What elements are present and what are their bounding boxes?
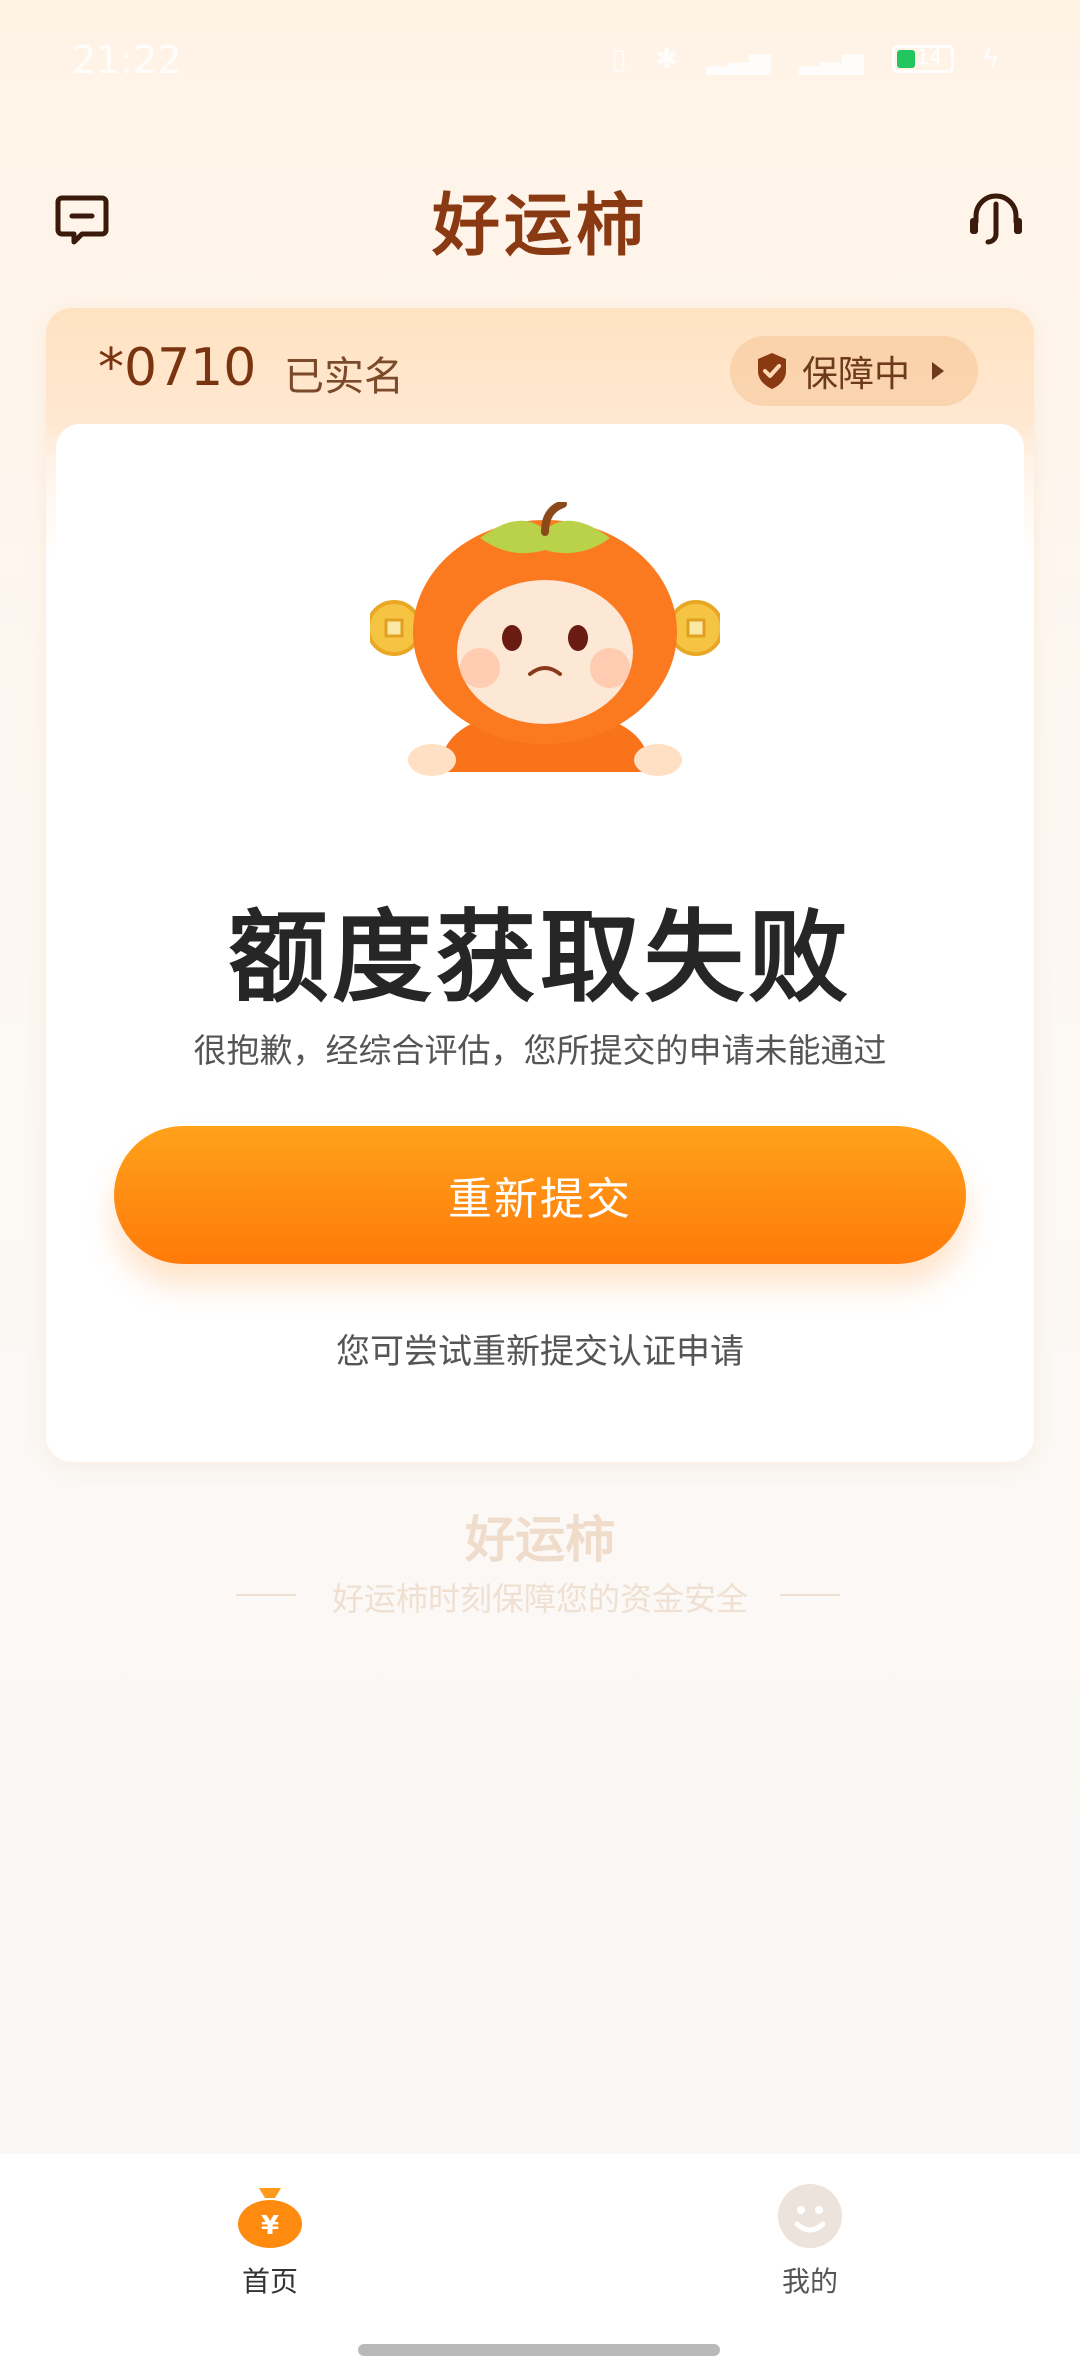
status-icons: ▯ ✱ ▂▃▅ ▂▃▅ 14 ϟ (611, 42, 1000, 75)
customer-service-button[interactable] (966, 188, 1026, 252)
status-bar: 21:22 ▯ ✱ ▂▃▅ ▂▃▅ 14 ϟ (0, 0, 1080, 120)
chevron-right-icon (932, 362, 944, 380)
footer-slogan: 好运柿时刻保障您的资金安全 (331, 1580, 748, 1618)
nav-item-home[interactable]: ¥ 首页 (190, 2180, 350, 2300)
result-panel: 额度获取失败 很抱歉，经综合评估，您所提交的申请未能通过 重新提交 您可尝试重新… (56, 424, 1024, 1450)
guard-status-button[interactable]: 保障中 (729, 336, 978, 406)
battery-icon: 14 (891, 44, 954, 73)
resubmit-button[interactable]: 重新提交 (114, 1126, 966, 1264)
bottom-nav: ¥ 首页 我的 (0, 2154, 1080, 2374)
charging-icon: ϟ (981, 42, 1000, 75)
headset-icon (970, 193, 1022, 245)
result-title: 额度获取失败 (228, 899, 852, 1016)
money-bag-icon: ¥ (238, 2188, 302, 2248)
verified-label: 已实名 (284, 354, 404, 400)
account-bar: *0710 已实名 保障中 (46, 308, 1034, 420)
shield-icon (757, 353, 786, 389)
smiley-icon (778, 2184, 842, 2248)
divider-right (780, 1594, 840, 1596)
resubmit-hint: 您可尝试重新提交认证申请 (336, 1332, 744, 1372)
signal-icon-2: ▂▃▅ (798, 42, 864, 75)
signal-icon: ▂▃▅ (706, 42, 771, 75)
result-subtitle: 很抱歉，经综合评估，您所提交的申请未能通过 (193, 1031, 887, 1070)
persimmon-mascot-image (370, 502, 720, 776)
battery-level: 14 (916, 44, 942, 69)
masked-phone-number: *0710 (98, 338, 257, 398)
svg-text:¥: ¥ (261, 2211, 279, 2241)
status-time: 21:22 (72, 38, 182, 82)
nav-label-mine: 我的 (781, 2265, 838, 2298)
header: 好运柿 (0, 170, 1080, 270)
nav-item-mine[interactable]: 我的 (730, 2180, 890, 2300)
result-card: *0710 已实名 保障中 额度获取失败 很抱歉，经综合评估，您所提交的申请未能… (46, 308, 1034, 1462)
nav-label-home: 首页 (241, 2265, 298, 2298)
guard-status-label: 保障中 (801, 354, 910, 395)
home-indicator[interactable] (358, 2344, 720, 2356)
footer-brand: 好运柿 (465, 1511, 615, 1569)
bluetooth-icon: ✱ (654, 42, 679, 75)
vibrate-icon: ▯ (611, 42, 627, 75)
app-title: 好运柿 (431, 187, 648, 266)
